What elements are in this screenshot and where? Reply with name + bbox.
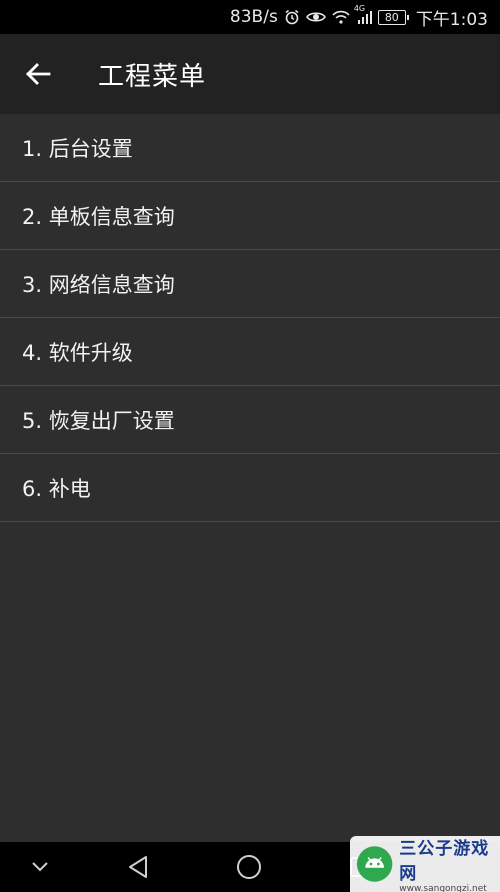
menu-item-label: 4. 软件升级: [22, 340, 133, 365]
watermark: 三公子游戏网 www.sangongzi.net: [350, 836, 500, 892]
wifi-icon: [332, 10, 350, 24]
app-bar: 工程菜单: [0, 34, 500, 114]
network-type: 4G: [353, 4, 366, 13]
menu-item-label: 2. 单板信息查询: [22, 204, 175, 229]
nav-home-button[interactable]: [219, 842, 279, 892]
clock: 下午1:03: [415, 9, 488, 30]
menu-item-label: 3. 网络信息查询: [22, 272, 175, 297]
status-bar: 83B/s 4G 80 下午1:03: [0, 0, 500, 34]
menu-item-label: 6. 补电: [22, 476, 91, 501]
circle-home-icon: [237, 855, 261, 879]
menu-item-recharge[interactable]: 6. 补电: [0, 454, 500, 522]
back-button[interactable]: [0, 34, 76, 114]
menu-item-network-info[interactable]: 3. 网络信息查询: [0, 250, 500, 318]
network-speed: 83B/s: [229, 7, 278, 27]
cellular-signal-icon: 4G: [354, 4, 372, 24]
menu-item-factory-reset[interactable]: 5. 恢复出厂设置: [0, 386, 500, 454]
battery-level: 80: [384, 10, 399, 24]
triangle-back-icon: [129, 856, 147, 878]
hide-navbar-button[interactable]: [10, 842, 70, 892]
menu-item-label: 1. 后台设置: [22, 136, 133, 161]
eye-comfort-icon: [305, 10, 326, 24]
menu-item-label: 5. 恢复出厂设置: [22, 408, 175, 433]
arrow-left-icon: [26, 63, 51, 85]
nav-back-button[interactable]: [108, 842, 168, 892]
alarm-icon: [284, 9, 300, 25]
page-title: 工程菜单: [98, 61, 207, 92]
menu-list: 1. 后台设置 2. 单板信息查询 3. 网络信息查询 4. 软件升级 5. 恢…: [0, 114, 500, 842]
chevron-down-icon: [32, 862, 48, 872]
menu-item-software-upgrade[interactable]: 4. 软件升级: [0, 318, 500, 386]
android-logo-icon: [356, 846, 393, 882]
watermark-text: 三公子游戏网 www.sangongzi.net: [399, 834, 500, 892]
battery-icon: 80: [377, 9, 409, 25]
menu-item-backend-settings[interactable]: 1. 后台设置: [0, 114, 500, 182]
watermark-url: www.sangongzi.net: [399, 884, 487, 892]
menu-item-board-info[interactable]: 2. 单板信息查询: [0, 182, 500, 250]
watermark-title: 三公子游戏网: [399, 839, 490, 884]
